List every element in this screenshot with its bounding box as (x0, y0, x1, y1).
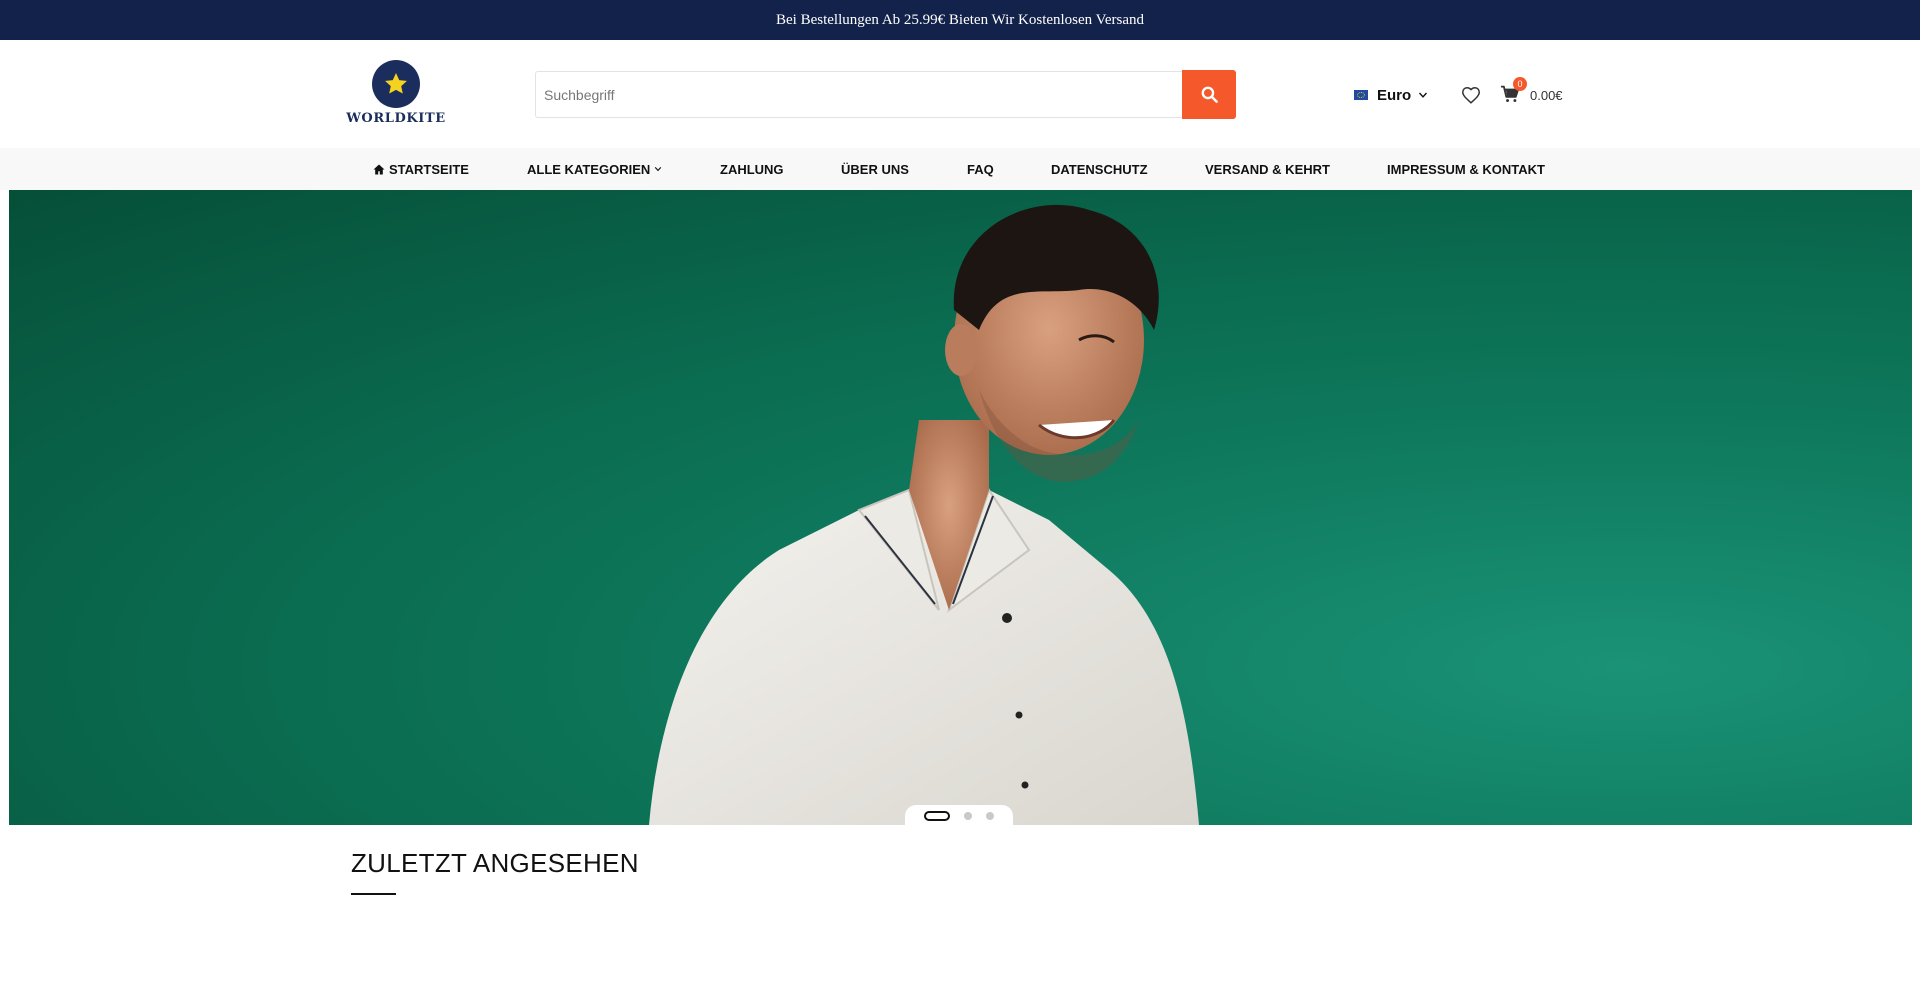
main-nav: STARTSEITE ALLE KATEGORIEN ZAHLUNG ÜBER … (0, 148, 1920, 190)
nav-item-home[interactable]: STARTSEITE (373, 148, 469, 190)
nav-label-about: ÜBER UNS (841, 161, 909, 177)
slider-dot-1[interactable] (924, 811, 950, 821)
home-icon (373, 164, 385, 174)
search-input[interactable] (535, 71, 1182, 118)
nav-label-privacy: DATENSCHUTZ (1051, 161, 1148, 177)
wishlist-button[interactable] (1460, 84, 1482, 106)
cart-button[interactable]: 0 0.00€ (1500, 76, 1563, 108)
nav-item-faq[interactable]: FAQ (967, 148, 994, 190)
hero-model-image (649, 204, 1199, 825)
search-button[interactable] (1182, 70, 1236, 119)
nav-item-privacy[interactable]: DATENSCHUTZ (1051, 148, 1148, 190)
slider-dot-2[interactable] (964, 812, 972, 820)
announcement-bar: Bei Bestellungen Ab 25.99€ Bieten Wir Ko… (0, 0, 1920, 40)
logo-text: WORLDKITE (346, 111, 446, 126)
nav-item-about[interactable]: ÜBER UNS (841, 148, 909, 190)
nav-label-faq: FAQ (967, 161, 994, 177)
nav-label-home: STARTSEITE (389, 161, 469, 177)
announcement-text: Bei Bestellungen Ab 25.99€ Bieten Wir Ko… (776, 11, 1144, 28)
nav-item-payment[interactable]: ZAHLUNG (720, 148, 784, 190)
nav-item-shipping[interactable]: VERSAND & KEHRT (1205, 148, 1330, 190)
cart-count-badge: 0 (1513, 76, 1527, 91)
eu-flag-icon (1354, 90, 1368, 100)
currency-label: Euro (1377, 86, 1412, 104)
cart-icon: 0 (1500, 76, 1527, 107)
title-underline (351, 893, 396, 895)
search-icon (1201, 86, 1218, 103)
slider-dot-3[interactable] (986, 812, 994, 820)
nav-item-imprint[interactable]: IMPRESSUM & KONTAKT (1387, 148, 1545, 190)
search-bar (535, 70, 1236, 119)
nav-label-imprint: IMPRESSUM & KONTAKT (1387, 161, 1545, 177)
hero-banner[interactable] (9, 190, 1912, 825)
nav-label-shipping: VERSAND & KEHRT (1205, 161, 1330, 177)
header: WORLDKITE Euro 0 0.00€ (0, 40, 1920, 148)
logo[interactable]: WORLDKITE (346, 60, 446, 130)
slider-dots (905, 805, 1013, 827)
nav-label-payment: ZAHLUNG (720, 161, 784, 177)
chevron-down-icon (655, 167, 662, 172)
nav-label-categories: ALLE KATEGORIEN (527, 161, 651, 177)
nav-item-categories[interactable]: ALLE KATEGORIEN (527, 148, 662, 190)
currency-selector[interactable]: Euro (1354, 86, 1428, 104)
chevron-down-icon (1419, 92, 1428, 98)
star-icon (372, 60, 420, 108)
heart-icon (1462, 87, 1480, 104)
recently-viewed-title: ZULETZT ANGESEHEN (351, 848, 639, 878)
cart-total: 0.00€ (1530, 88, 1563, 103)
